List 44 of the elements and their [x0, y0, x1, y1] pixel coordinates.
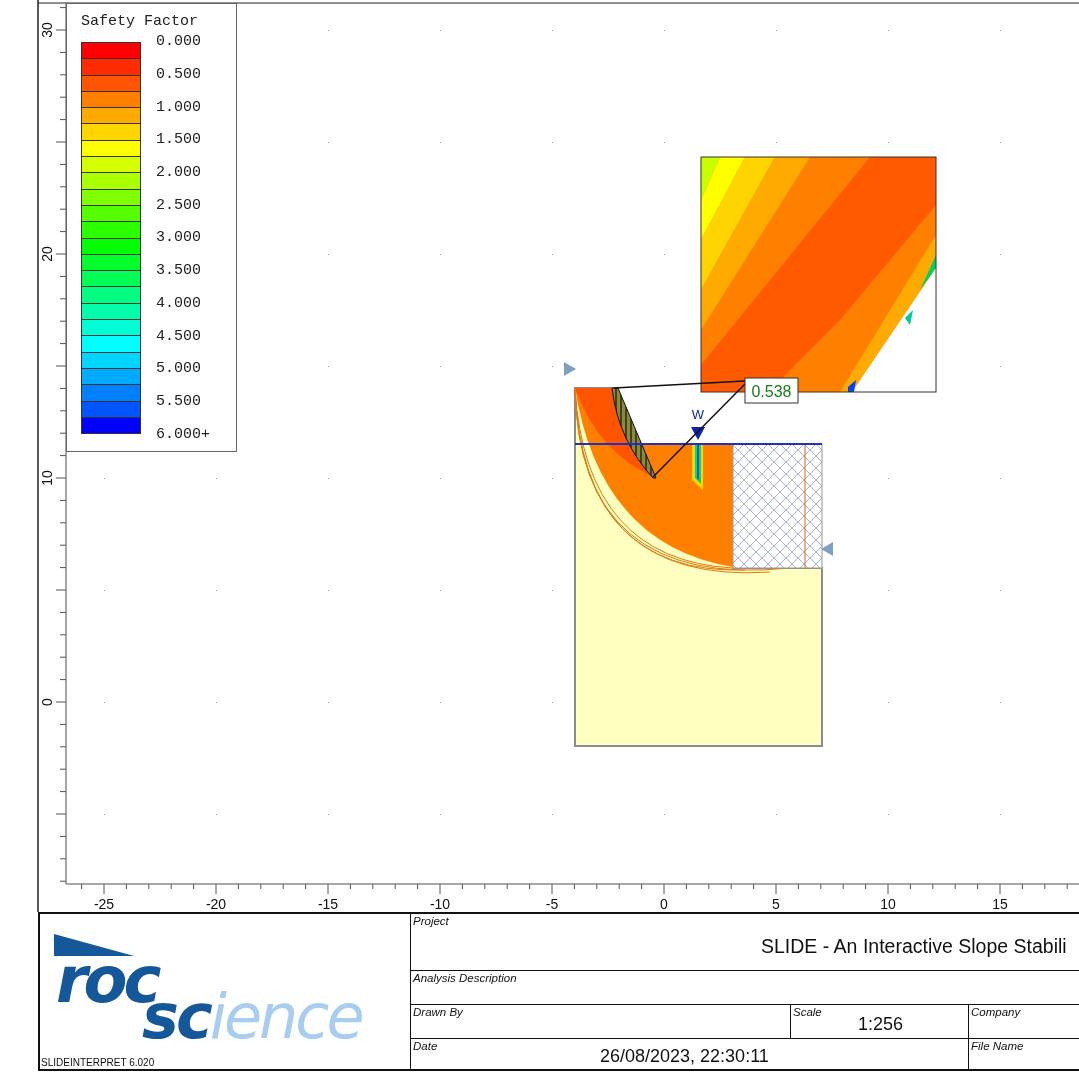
field-label: Date: [413, 1040, 438, 1052]
water-table-label: W: [691, 407, 705, 422]
axis-tick-label: 0: [39, 698, 55, 706]
legend-value: 4.500: [156, 328, 201, 345]
legend-value: 3.000: [156, 230, 201, 247]
axis-tick-label: 20: [39, 246, 55, 262]
axis-tick-label: -25: [93, 896, 115, 912]
field-label: Project: [413, 915, 449, 927]
support-marker-icon: [821, 542, 833, 556]
field-label: Drawn By: [413, 1006, 463, 1018]
legend-value: 1.000: [156, 99, 201, 116]
field-value: 1:256: [858, 1014, 904, 1035]
axis-tick-label: 5: [772, 896, 780, 912]
version-text: SLIDEINTERPRET 6.020: [41, 1057, 155, 1068]
legend-value: 4.000: [156, 295, 201, 312]
legend-title: Safety Factor: [81, 13, 200, 31]
field-label: Scale: [793, 1006, 822, 1018]
legend-value: 0.500: [156, 67, 201, 84]
field-label: File Name: [971, 1040, 1024, 1052]
axis-tick-label: 10: [39, 470, 55, 486]
safety-factor-label: 0.538: [744, 377, 799, 404]
legend-value: 5.500: [156, 393, 201, 410]
field-label: Analysis Description: [413, 972, 517, 984]
legend-value: 6.000+: [156, 426, 210, 443]
axis-tick-label: -20: [205, 896, 227, 912]
field-value: 26/08/2023, 22:30:11: [600, 1046, 769, 1067]
field-label: Company: [971, 1006, 1021, 1018]
legend-value: 2.500: [156, 197, 201, 214]
legend-value: 1.500: [156, 132, 201, 149]
logo: rocscience: [50, 934, 410, 1049]
legend-value: 0.000: [156, 34, 201, 51]
axis-tick-label: 30: [39, 22, 55, 38]
axis-tick-label: -5: [545, 896, 559, 912]
axis-tick-label: 0: [660, 896, 668, 912]
water-table-icon: [691, 427, 705, 440]
axis-tick-label: 15: [992, 896, 1008, 912]
legend-value: 3.500: [156, 263, 201, 280]
field-value: SLIDE - An Interactive Slope Stabili: [761, 935, 1067, 958]
axis-tick-label: 10: [880, 896, 896, 912]
legend-value: 5.000: [156, 361, 201, 378]
axis-tick-label: -10: [429, 896, 451, 912]
axis-tick-label: -15: [317, 896, 339, 912]
support-marker-icon: [564, 362, 576, 376]
legend-value: 2.000: [156, 165, 201, 182]
